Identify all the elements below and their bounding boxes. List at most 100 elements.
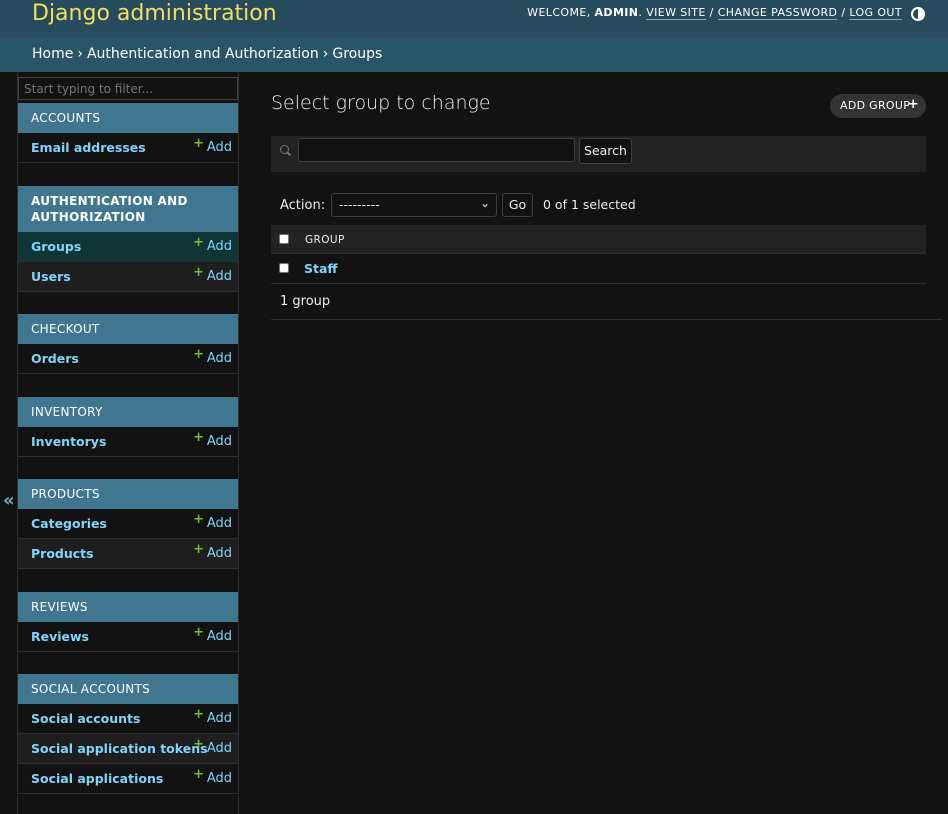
module-caption[interactable]: AUTHENTICATION AND AUTHORIZATION (18, 186, 238, 232)
sidebar-item-products: Products + Add (18, 539, 238, 569)
breadcrumb-auth[interactable]: Authentication and Authorization (87, 46, 319, 62)
welcome-text: WELCOME, (527, 6, 595, 19)
page-title: Select group to change (271, 92, 491, 114)
sidebar-item-label[interactable]: Categories (31, 516, 107, 531)
site-branding[interactable]: Django administration (32, 1, 277, 26)
chevron-down-icon: ⌄ (479, 196, 490, 210)
sidebar-item-social-accounts: Social accounts + Add (18, 704, 238, 734)
sidebar-item-label[interactable]: Social accounts (31, 711, 140, 726)
collapse-icon: « (3, 490, 15, 511)
selection-counter: 0 of 1 selected (543, 197, 636, 212)
add-link[interactable]: Add (207, 140, 232, 155)
module-checkout: CHECKOUT Orders + Add (18, 314, 238, 374)
add-link[interactable]: Add (207, 711, 232, 726)
module-caption[interactable]: PRODUCTS (18, 479, 238, 509)
breadcrumb-home[interactable]: Home (32, 46, 73, 62)
result-count: 1 group (280, 294, 331, 309)
add-plus-icon: + (193, 737, 204, 752)
sidebar-filter-input[interactable] (18, 77, 238, 100)
separator: / (705, 6, 718, 19)
sidebar-item-label[interactable]: Social application tokens (31, 741, 208, 756)
sidebar-item-users: Users + Add (18, 262, 238, 292)
sidebar-item-label[interactable]: Orders (31, 351, 79, 366)
module-caption[interactable]: CHECKOUT (18, 314, 238, 344)
sidebar-item-email-addresses: Email addresses + Add (18, 133, 238, 163)
view-site-link[interactable]: VIEW SITE (646, 6, 706, 20)
header: Django administration WELCOME, ADMIN. VI… (0, 0, 948, 37)
add-plus-icon: + (193, 430, 204, 445)
module-caption[interactable]: SOCIAL ACCOUNTS (18, 674, 238, 704)
search-toolbar: Search (271, 136, 926, 172)
add-link[interactable]: Add (207, 239, 232, 254)
breadcrumb-current: Groups (332, 46, 383, 62)
add-plus-icon: + (193, 265, 204, 280)
log-out-link[interactable]: LOG OUT (849, 6, 902, 20)
sidebar-item-reviews: Reviews + Add (18, 622, 238, 652)
add-plus-icon: + (193, 512, 204, 527)
toggle-sidebar-button[interactable]: « (0, 72, 18, 814)
add-link[interactable]: Add (207, 516, 232, 531)
actions-bar: Action: --------- ⌄ Go 0 of 1 selected (271, 192, 926, 222)
module-auth: AUTHENTICATION AND AUTHORIZATION Groups … (18, 186, 238, 292)
module-accounts: ACCOUNTS Email addresses + Add (18, 103, 238, 163)
add-link[interactable]: Add (207, 434, 232, 449)
module-caption[interactable]: INVENTORY (18, 397, 238, 427)
sidebar-item-social-applications: Social applications + Add (18, 764, 238, 794)
module-caption[interactable]: REVIEWS (18, 592, 238, 622)
row-checkbox[interactable] (279, 263, 289, 273)
breadcrumb-separator: › (77, 46, 83, 62)
add-plus-icon: + (193, 136, 204, 151)
add-group-button[interactable]: ADD GROUP + (830, 94, 926, 118)
sidebar: ACCOUNTS Email addresses + Add AUTHENTIC… (18, 72, 239, 814)
add-plus-icon: + (193, 542, 204, 557)
plus-icon: + (907, 97, 919, 112)
add-link[interactable]: Add (207, 351, 232, 366)
action-label: Action: (280, 198, 326, 213)
module-inventory: INVENTORY Inventorys + Add (18, 397, 238, 457)
username: ADMIN (594, 6, 639, 19)
sidebar-item-label[interactable]: Products (31, 546, 94, 561)
sidebar-item-categories: Categories + Add (18, 509, 238, 539)
add-plus-icon: + (193, 767, 204, 782)
change-password-link[interactable]: CHANGE PASSWORD (717, 6, 838, 20)
add-link[interactable]: Add (207, 546, 232, 561)
add-link[interactable]: Add (207, 629, 232, 644)
add-plus-icon: + (193, 707, 204, 722)
sidebar-item-social-application-tokens: Social application tokens + Add (18, 734, 238, 764)
add-group-label: ADD GROUP (840, 99, 911, 112)
select-all-checkbox[interactable] (279, 234, 289, 244)
add-link[interactable]: Add (207, 741, 232, 756)
module-caption[interactable]: ACCOUNTS (18, 103, 238, 133)
column-header-group[interactable]: GROUP (305, 234, 345, 246)
user-tools: WELCOME, ADMIN. VIEW SITE / CHANGE PASSW… (527, 6, 902, 20)
module-products: PRODUCTS Categories + Add Products + Add (18, 479, 238, 569)
sidebar-item-label[interactable]: Inventorys (31, 434, 106, 449)
module-reviews: REVIEWS Reviews + Add (18, 592, 238, 652)
module-social-accounts: SOCIAL ACCOUNTS Social accounts + Add So… (18, 674, 238, 794)
sidebar-item-label[interactable]: Reviews (31, 629, 89, 644)
separator: / (837, 6, 850, 19)
group-link[interactable]: Staff (304, 261, 338, 276)
sidebar-item-groups: Groups + Add (18, 232, 238, 262)
theme-toggle-icon[interactable] (911, 7, 925, 21)
breadcrumb: Home › Authentication and Authorization › Gr… (0, 37, 948, 72)
search-button[interactable]: Search (579, 138, 632, 164)
sidebar-item-label[interactable]: Users (31, 269, 71, 284)
sidebar-item-inventorys: Inventorys + Add (18, 427, 238, 457)
sidebar-item-label[interactable]: Groups (31, 239, 81, 254)
action-selected-value: --------- (339, 197, 380, 212)
add-plus-icon: + (193, 625, 204, 640)
search-input[interactable] (298, 138, 575, 162)
add-link[interactable]: Add (207, 269, 232, 284)
go-button[interactable]: Go (502, 193, 533, 217)
add-link[interactable]: Add (207, 771, 232, 786)
sidebar-item-label[interactable]: Email addresses (31, 140, 146, 155)
table-header: GROUP (271, 225, 926, 254)
sidebar-item-label[interactable]: Social applications (31, 771, 163, 786)
add-plus-icon: + (193, 235, 204, 250)
table-row: Staff (271, 254, 926, 284)
sidebar-item-orders: Orders + Add (18, 344, 238, 374)
action-select[interactable]: --------- ⌄ (331, 193, 497, 217)
search-icon (280, 145, 289, 154)
paginator: 1 group (271, 284, 942, 320)
